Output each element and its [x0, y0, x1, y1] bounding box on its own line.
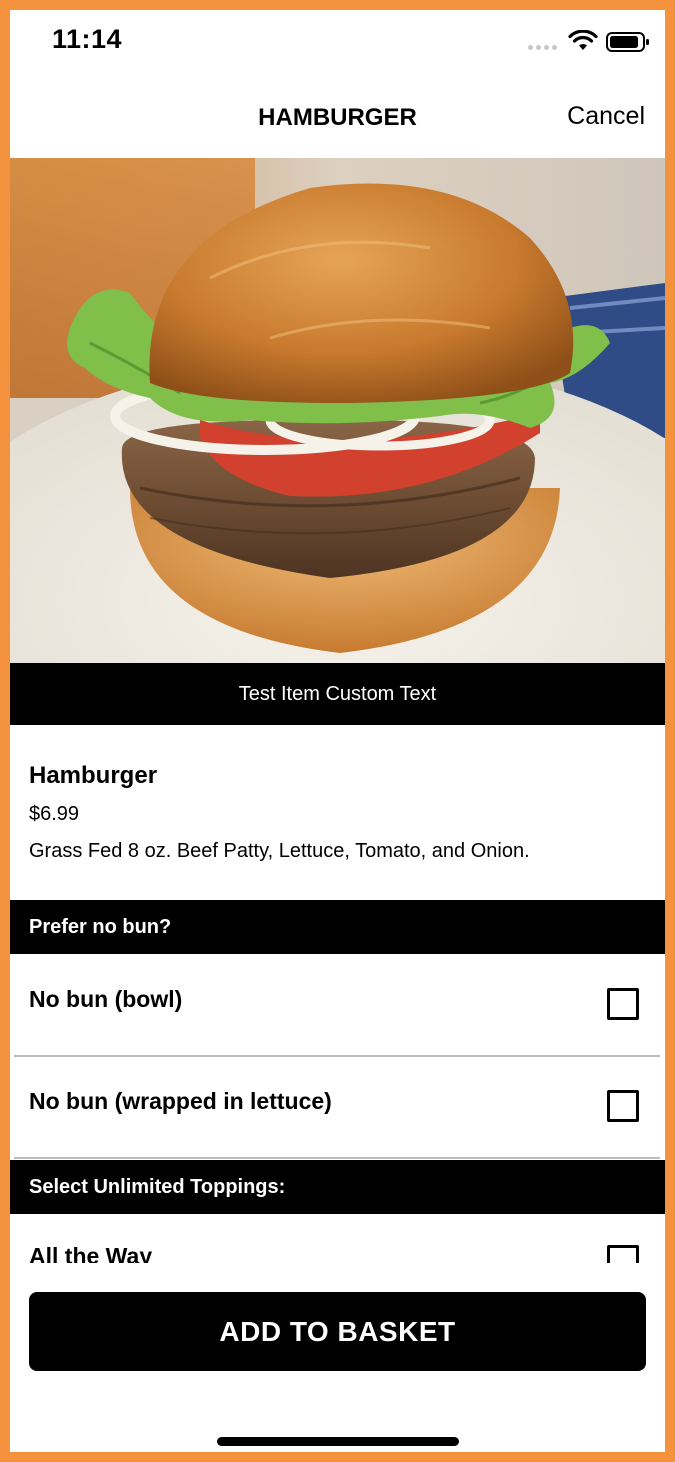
option-no-bun-bowl[interactable]: No bun (bowl): [10, 955, 665, 1055]
cancel-button[interactable]: Cancel: [567, 102, 645, 131]
item-description: Grass Fed 8 oz. Beef Patty, Lettuce, Tom…: [29, 840, 530, 862]
option-label: All the Way: [29, 1243, 153, 1263]
cellular-signal-icon: [528, 45, 557, 50]
battery-icon: [606, 32, 649, 52]
checkbox-all-the-way[interactable]: [607, 1245, 639, 1263]
option-label: No bun (wrapped in lettuce): [29, 1088, 332, 1114]
checkbox-no-bun-lettuce[interactable]: [607, 1090, 639, 1122]
checkbox-no-bun-bowl[interactable]: [607, 988, 639, 1020]
item-name: Hamburger: [29, 762, 158, 789]
app-screen: 11:14 HAMBURGER Cancel Test Item Custom …: [10, 10, 665, 1452]
scroll-clip: All the Way: [10, 1215, 665, 1263]
wifi-icon: [568, 30, 598, 50]
item-price: $6.99: [29, 803, 80, 825]
item-image: [10, 158, 665, 663]
image-caption: Test Item Custom Text: [10, 663, 665, 725]
option-label: No bun (bowl): [29, 986, 183, 1012]
section-header-prefer-no-bun: Prefer no bun?: [10, 900, 665, 954]
divider: [14, 1157, 660, 1159]
section-header-toppings: Select Unlimited Toppings:: [10, 1160, 665, 1214]
option-no-bun-lettuce[interactable]: No bun (wrapped in lettuce): [10, 1057, 665, 1157]
add-to-basket-button[interactable]: ADD TO BASKET: [29, 1292, 646, 1371]
home-indicator: [217, 1437, 459, 1446]
status-time: 11:14: [52, 24, 123, 54]
option-all-the-way[interactable]: All the Way: [10, 1215, 665, 1263]
